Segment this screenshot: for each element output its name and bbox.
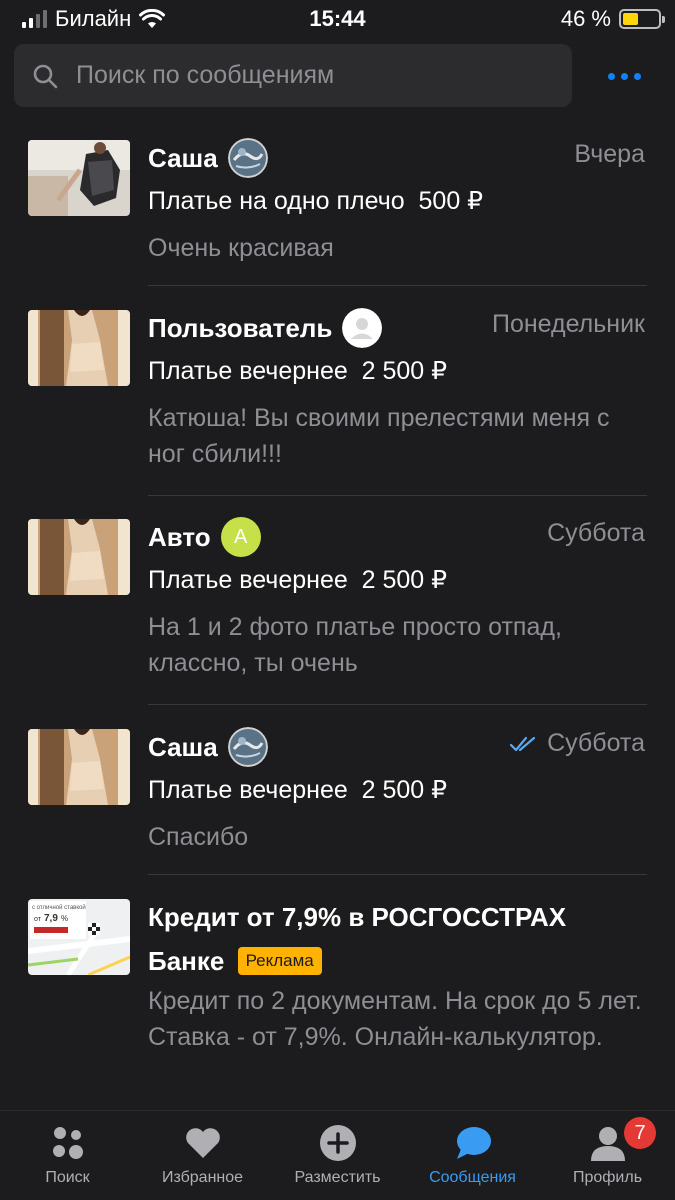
conversation-item[interactable]: Авто А Суббота Платье вечернее 2 500 ₽ Н…	[0, 497, 675, 705]
heart-icon	[185, 1128, 220, 1158]
messages-screen: Билайн 15:44 46 % Поиск по сообщениям Са…	[0, 0, 675, 1200]
battery-percent: 46 %	[560, 6, 611, 31]
profile-icon	[590, 1127, 625, 1161]
double-check-icon	[509, 736, 536, 751]
dot-icon	[633, 72, 641, 80]
ad-thumb-rate-unit: %	[61, 914, 68, 923]
tab-favorites[interactable]: Избранное	[135, 1111, 270, 1200]
search-icon	[33, 64, 58, 88]
status-right: 46 %	[560, 6, 665, 32]
conversation-name-row: Пользователь	[148, 306, 383, 350]
conversation-name-row: Саша	[148, 725, 268, 769]
more-options-button[interactable]	[598, 58, 650, 94]
ad-title-text: Кредит от 7,9% в РОСГОССТРАХ Банке	[148, 902, 567, 976]
listing-thumbnail	[28, 140, 130, 216]
user-name: Пользователь	[148, 312, 333, 343]
tab-label: Профиль	[572, 1169, 643, 1186]
dot-icon	[607, 72, 615, 80]
ad-title: Кредит от 7,9% в РОСГОССТРАХ Банке Рекла…	[148, 895, 638, 983]
search-input[interactable]	[76, 61, 546, 90]
conversation-name-row: Саша	[148, 136, 268, 180]
message-preview: На 1 и 2 фото платье просто отпад, класс…	[148, 613, 562, 677]
listing-title: Платье вечернее 2 500 ₽	[148, 357, 448, 385]
listing-thumbnail	[28, 729, 130, 805]
conversation-item[interactable]: Саша Вчера Платье на одно плечо 500 ₽ Оч…	[0, 118, 675, 286]
listing-thumbnail	[28, 519, 130, 595]
avatar-letter: А	[234, 525, 248, 548]
tab-label: Избранное	[161, 1169, 244, 1186]
ad-thumb-rate-prefix: от	[34, 916, 42, 923]
globe-avatar-icon	[227, 138, 268, 178]
message-preview: Катюша! Вы своими прелестями меня с ног …	[148, 404, 610, 468]
default-user-avatar-icon	[342, 308, 383, 348]
date-label: Суббота	[547, 519, 645, 547]
tab-profile[interactable]: Профиль 7	[540, 1111, 675, 1200]
date-label: Суббота	[547, 729, 645, 757]
conversation-date: Суббота	[509, 729, 645, 758]
tab-label: Поиск	[45, 1169, 90, 1186]
user-name: Саша	[148, 142, 218, 173]
tab-label: Сообщения	[429, 1169, 516, 1186]
conversation-name-row: Авто А	[148, 515, 261, 559]
ad-badge: Реклама	[237, 947, 322, 975]
divider	[148, 874, 647, 875]
dot-icon	[620, 72, 628, 80]
conversation-item[interactable]: Пользователь Понедельник Платье вечернее…	[0, 288, 675, 496]
ad-thumb-caption: с отличной ставкой	[32, 904, 86, 911]
ad-thumbnail: с отличной ставкой от 7,9 %	[28, 899, 130, 975]
ad-preview: Кредит по 2 документам. На срок до 5 лет…	[148, 987, 642, 1051]
notification-badge: 7	[624, 1117, 656, 1149]
listing-title: Платье вечернее 2 500 ₽	[148, 776, 448, 804]
conversation-date: Вчера	[574, 140, 645, 169]
globe-avatar-icon	[227, 727, 268, 767]
date-label: Понедельник	[491, 310, 645, 338]
ad-thumb-rate: 7,9	[44, 913, 58, 924]
tab-search[interactable]: Поиск	[0, 1111, 135, 1200]
divider	[148, 704, 647, 705]
ad-item[interactable]: с отличной ставкой от 7,9 % Кредит от 7,…	[0, 877, 675, 1117]
tab-post[interactable]: Разместить	[270, 1111, 405, 1200]
conversation-item[interactable]: Саша Суббота Платье вечернее 2 500 ₽ Спа…	[0, 707, 675, 875]
conversation-date: Понедельник	[492, 310, 645, 339]
date-label: Вчера	[574, 140, 645, 168]
battery-icon	[619, 9, 665, 29]
listing-title: Платье вечернее 2 500 ₽	[148, 566, 448, 594]
plus-circle-icon	[319, 1125, 356, 1161]
listing-title: Платье на одно плечо 500 ₽	[148, 187, 484, 215]
user-name: Авто	[148, 521, 211, 552]
search-box[interactable]	[14, 44, 572, 107]
divider	[148, 285, 647, 286]
letter-avatar-icon: А	[220, 517, 261, 557]
tab-label: Разместить	[294, 1169, 381, 1186]
search-dots-icon	[52, 1127, 83, 1159]
user-name: Саша	[148, 731, 218, 762]
tab-messages[interactable]: Сообщения	[405, 1111, 540, 1200]
chat-bubble-icon	[456, 1127, 491, 1159]
message-preview: Очень красивая	[148, 234, 334, 262]
tab-bar: Поиск Избранное Разместить Сообщения Про…	[0, 1110, 675, 1200]
message-preview: Спасибо	[148, 823, 249, 851]
status-bar: Билайн 15:44 46 %	[0, 0, 675, 38]
listing-thumbnail	[28, 310, 130, 386]
divider	[148, 495, 647, 496]
conversation-date: Суббота	[547, 519, 645, 548]
